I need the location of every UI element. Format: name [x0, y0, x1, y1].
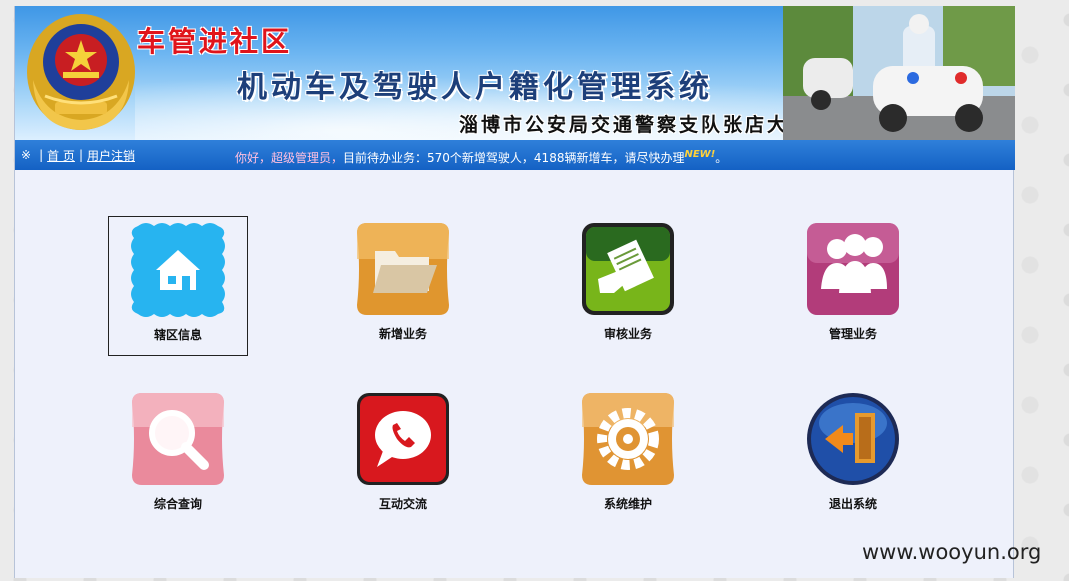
tile-label: 辖区信息: [153, 328, 202, 342]
tile-label: 管理业务: [828, 327, 877, 341]
traffic-police-photo: [783, 6, 1015, 140]
document-review-icon: [582, 223, 674, 315]
tile-label: 新增业务: [378, 327, 427, 341]
tile-exit-system[interactable]: 退出系统: [783, 386, 923, 526]
new-badge: NEW!: [684, 149, 716, 160]
folder-icon: [357, 223, 449, 315]
tile-label: 互动交流: [378, 497, 427, 511]
nav-separator: |: [78, 148, 83, 162]
home-icon: [131, 223, 225, 317]
tile-label: 系统维护: [603, 497, 652, 511]
header-banner: 车管进社区 机动车及驾驶人户籍化管理系统 淄博市公安局交通警察支队张店大队: [15, 6, 1015, 140]
system-title: 机动车及驾驶人户籍化管理系统: [237, 70, 713, 105]
home-link[interactable]: 首 页: [47, 147, 75, 164]
pending-notice: 你好，超级管理员，目前待办业务：570个新增驾驶人，4188辆新增车，请尽快办理…: [235, 149, 727, 166]
tile-district-info[interactable]: 辖区信息: [108, 216, 248, 356]
magnifier-icon: [132, 393, 224, 485]
tile-label: 综合查询: [153, 497, 202, 511]
users-icon: [807, 223, 899, 315]
logout-link[interactable]: 用户注销: [87, 147, 135, 164]
header-slogan: 车管进社区: [137, 25, 293, 58]
tile-general-query[interactable]: 综合查询: [108, 386, 248, 526]
department-name: 淄博市公安局交通警察支队张店大队: [459, 114, 812, 136]
watermark: www.wooyun.org: [862, 540, 1042, 564]
notice-greeting: 你好，超级管理员，: [235, 151, 344, 165]
tile-interactive-exchange[interactable]: 互动交流: [333, 386, 473, 526]
tile-management-business[interactable]: 管理业务: [783, 216, 923, 356]
nav-separator: |: [39, 148, 44, 162]
phone-chat-icon: [357, 393, 449, 485]
tile-review-business[interactable]: 审核业务: [558, 216, 698, 356]
nav-symbol: ※: [21, 148, 32, 162]
tile-new-business[interactable]: 新增业务: [333, 216, 473, 356]
exit-door-icon: [807, 393, 899, 485]
gear-icon: [582, 393, 674, 485]
notice-end: 。: [715, 151, 728, 165]
notice-text: 目前待办业务：570个新增驾驶人，4188辆新增车，请尽快办理: [343, 151, 685, 165]
nav-bar: ※ | 首 页 | 用户注销 你好，超级管理员，目前待办业务：570个新增驾驶人…: [15, 140, 1015, 170]
tile-system-maintenance[interactable]: 系统维护: [558, 386, 698, 526]
tile-label: 审核业务: [603, 327, 652, 341]
page-frame: 车管进社区 机动车及驾驶人户籍化管理系统 淄博市公安局交通警察支队张店大队 ※ …: [14, 6, 1015, 578]
tile-label: 退出系统: [828, 497, 877, 511]
police-emblem-icon: [27, 14, 135, 130]
